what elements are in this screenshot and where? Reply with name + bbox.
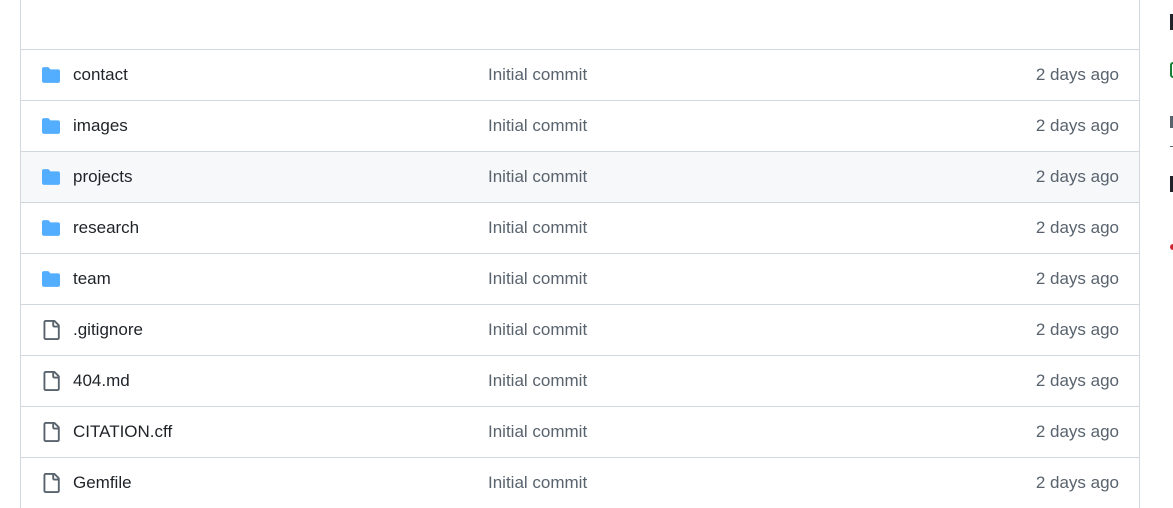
commit-message-link[interactable]: Initial commit [488, 152, 587, 202]
commit-age: 2 days ago [1035, 371, 1119, 390]
table-row[interactable]: 404.md Initial commit 2 days ago [21, 355, 1139, 406]
commit-age: 2 days ago [1035, 320, 1119, 339]
file-name-link[interactable]: images [73, 101, 128, 151]
file-icon [41, 458, 61, 508]
file-name-link[interactable]: 404.md [73, 356, 130, 406]
folder-icon [41, 101, 61, 151]
table-row[interactable]: .gitignore Initial commit 2 days ago [21, 304, 1139, 355]
file-name-link[interactable]: team [73, 254, 111, 304]
file-name-link[interactable]: Gemfile [73, 458, 132, 508]
file-list-table: contact Initial commit 2 days ago images… [20, 0, 1140, 508]
commit-message-link[interactable]: Initial commit [488, 203, 587, 253]
commit-age: 2 days ago [1035, 65, 1119, 84]
commit-age: 2 days ago [1035, 167, 1119, 186]
table-row[interactable]: CITATION.cff Initial commit 2 days ago [21, 406, 1139, 457]
folder-icon [41, 203, 61, 253]
table-row-blank [21, 0, 1139, 49]
commit-message-link[interactable]: Initial commit [488, 50, 587, 100]
table-row[interactable]: images Initial commit 2 days ago [21, 100, 1139, 151]
folder-icon [41, 50, 61, 100]
file-icon [41, 305, 61, 355]
commit-message-link[interactable]: Initial commit [488, 458, 587, 508]
file-name-link[interactable]: research [73, 203, 139, 253]
commit-message-link[interactable]: Initial commit [488, 356, 587, 406]
commit-age: 2 days ago [1035, 269, 1119, 288]
commit-message-link[interactable]: Initial commit [488, 101, 587, 151]
folder-icon [41, 152, 61, 202]
commit-message-link[interactable]: Initial commit [488, 254, 587, 304]
commit-age: 2 days ago [1035, 116, 1119, 135]
commit-age: 2 days ago [1035, 473, 1119, 492]
table-row[interactable]: Gemfile Initial commit 2 days ago [21, 457, 1139, 508]
table-row[interactable]: projects Initial commit 2 days ago [21, 151, 1139, 202]
file-icon [41, 356, 61, 406]
folder-icon [41, 254, 61, 304]
commit-age: 2 days ago [1035, 218, 1119, 237]
table-row[interactable]: research Initial commit 2 days ago [21, 202, 1139, 253]
commit-message-link[interactable]: Initial commit [488, 305, 587, 355]
file-name-link[interactable]: contact [73, 50, 128, 100]
table-row[interactable]: contact Initial commit 2 days ago [21, 49, 1139, 100]
file-name-link[interactable]: projects [73, 152, 133, 202]
file-name-link[interactable]: .gitignore [73, 305, 143, 355]
sidebar-partial [1166, 0, 1173, 450]
table-row[interactable]: team Initial commit 2 days ago [21, 253, 1139, 304]
